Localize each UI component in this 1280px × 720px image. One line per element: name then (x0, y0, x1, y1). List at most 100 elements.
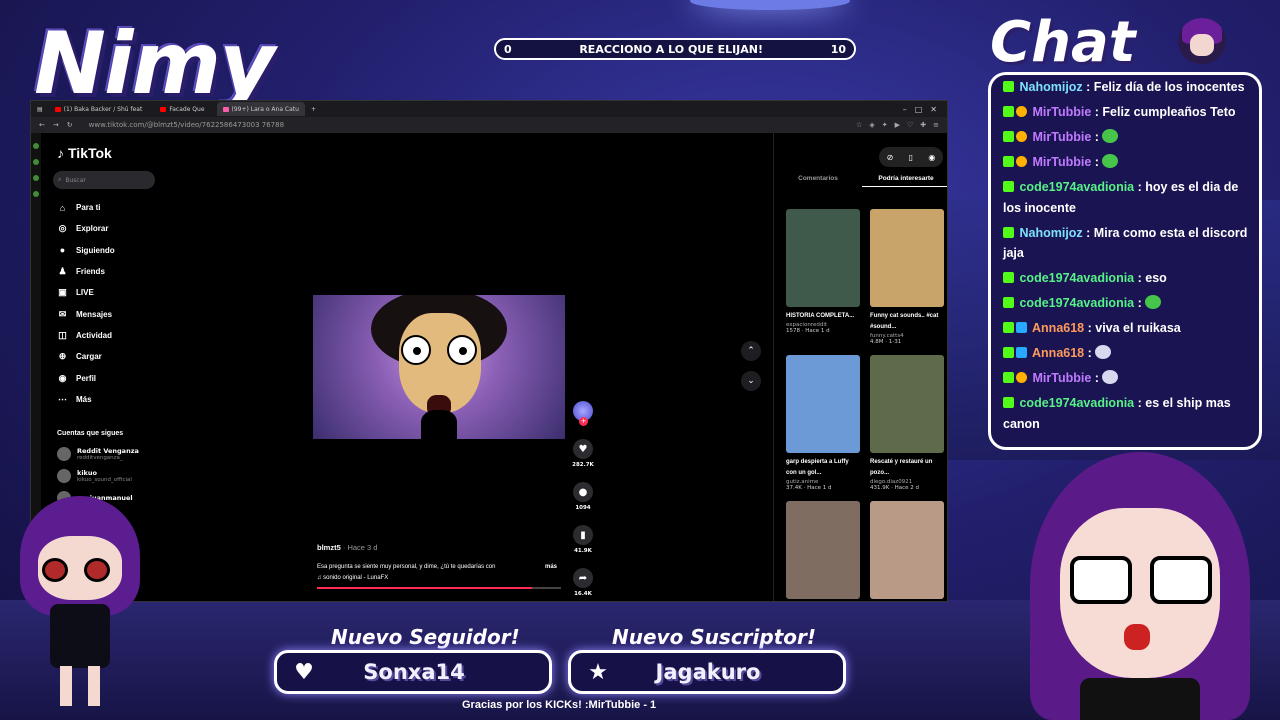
nav-label: Actividad (76, 330, 113, 340)
chat-username[interactable]: code1974avadionia (1019, 396, 1134, 410)
star-icon: ★ (588, 659, 608, 685)
maximize-icon[interactable]: □ (915, 105, 923, 114)
kick-badge-icon (1003, 297, 1014, 308)
nav-icon: ◉ (58, 372, 67, 383)
sound-link[interactable]: ♫ sonido original - LunaFX (317, 575, 557, 581)
video-card[interactable]: Funny cat sounds.. #cat #sound... funny.c… (870, 209, 944, 345)
account-handle: kikuo_sound_official (77, 476, 132, 483)
minimize-icon[interactable]: – (903, 105, 907, 114)
account-handle: redditvenganza_ (77, 454, 123, 461)
puzzle-icon[interactable]: ✚ (920, 121, 926, 129)
search-icon: ⌕ (58, 176, 62, 183)
sidebar-item-9[interactable]: ⋯ Más (49, 389, 189, 410)
video-card[interactable]: Rescaté y restauré un pozo... diego.diaz0… (870, 355, 944, 491)
shield-icon[interactable]: ◈ (869, 121, 874, 129)
chat-username[interactable]: MirTubbie (1032, 105, 1091, 119)
next-video-icon[interactable]: ⌄ (741, 371, 761, 391)
chat-text: : eso (1137, 271, 1167, 285)
caption-text: Esa pregunta se siente muy personal, y d… (317, 564, 496, 570)
followed-account[interactable]: kikuo kikuo_sound_official (49, 465, 189, 487)
video-card[interactable]: garp despierta a Luffy con un gol... guti… (786, 355, 860, 491)
sidebar-item-1[interactable]: ◎ Explorar (49, 218, 189, 239)
sidebar-item-8[interactable]: ◉ Perfil (49, 367, 189, 388)
author-name: blmzt5 (317, 543, 341, 552)
play-icon[interactable]: ▶ (895, 121, 900, 129)
mascot-leg (88, 666, 100, 706)
video-card[interactable] (870, 501, 944, 601)
sidebar-app-icon[interactable] (33, 175, 39, 181)
back-icon[interactable]: ← (39, 121, 45, 129)
browser-tab[interactable]: Facade Que (154, 102, 210, 116)
chat-username[interactable]: MirTubbie (1032, 155, 1091, 169)
action-button[interactable]: ▮ (572, 525, 593, 545)
tab-recommended[interactable]: Podría interesarte (862, 175, 947, 187)
follow-plus-icon[interactable]: + (579, 417, 588, 426)
card-meta: 4.8M · 1-31 (870, 339, 902, 345)
settings-icon[interactable]: ⊘ (887, 153, 894, 162)
video-thumbnail[interactable] (786, 355, 860, 453)
sidebar-app-icon[interactable] (33, 143, 39, 149)
browser-tab[interactable]: (1) Baka Backer / Shū feat (49, 102, 149, 116)
menu-icon[interactable]: ≡ (933, 121, 939, 129)
browser-menu-icon[interactable]: ▤ (37, 106, 43, 113)
chat-username[interactable]: Nahomijoz (1019, 80, 1082, 94)
video-thumbnail[interactable] (870, 355, 944, 453)
chat-username[interactable]: code1974avadionia (1019, 296, 1134, 310)
chat-message: MirTubbie : (1003, 127, 1249, 148)
action-button[interactable]: ➦ (572, 568, 593, 588)
new-tab-icon[interactable]: + (311, 106, 316, 113)
video-thumbnail[interactable] (786, 209, 860, 307)
reload-icon[interactable]: ↻ (67, 121, 73, 129)
extension-icon[interactable]: ✦ (882, 121, 888, 129)
close-icon[interactable]: ✕ (930, 105, 937, 114)
action-button[interactable]: ♥ (572, 439, 593, 459)
profile-avatar-icon[interactable]: ◉ (928, 153, 935, 162)
chat-username[interactable]: code1974avadionia (1019, 180, 1134, 194)
forward-icon[interactable]: → (53, 121, 59, 129)
sidebar-app-icon[interactable] (33, 159, 39, 165)
creator-avatar[interactable]: + (573, 401, 593, 426)
search-input[interactable]: ⌕ Buscar (53, 171, 155, 189)
sidebar-app-icon[interactable] (33, 191, 39, 197)
video-thumbnail[interactable] (870, 501, 944, 599)
character-neck (421, 410, 457, 439)
chat-message: Nahomijoz : Mira como esta el discord ja… (1003, 223, 1249, 264)
avatar (57, 446, 71, 461)
chat-username[interactable]: Anna618 (1032, 346, 1084, 360)
card-title: garp despierta a Luffy con un gol... (786, 459, 849, 476)
device-icon[interactable]: ▯ (909, 153, 913, 162)
browser-tab-active[interactable]: (99+) Lara o Ana Catu (216, 102, 305, 116)
chat-username[interactable]: MirTubbie (1032, 371, 1091, 385)
tiktok-logo[interactable]: ♪ TikTok (57, 145, 189, 161)
url-field[interactable]: www.tiktok.com/@blmzt5/video/76225864730… (89, 121, 284, 129)
sidebar-item-3[interactable]: ♟ Friends (49, 261, 189, 282)
video-progress-bar[interactable] (317, 587, 561, 589)
video-card[interactable] (786, 501, 860, 601)
kick-badge-icon (1003, 131, 1014, 142)
video-author[interactable]: blmzt5 · Hace 3 d (317, 543, 557, 552)
followed-account[interactable]: Reddit Venganza redditvenganza_ (49, 443, 189, 465)
chat-username[interactable]: Anna618 (1032, 321, 1084, 335)
tab-comments[interactable]: Comentarios (774, 175, 862, 187)
chat-username[interactable]: MirTubbie (1032, 130, 1091, 144)
heart-icon[interactable]: ♡ (907, 121, 913, 129)
action-button[interactable]: ● (572, 482, 593, 502)
vtuber-mouth (1124, 624, 1150, 650)
sidebar-item-5[interactable]: ✉ Mensajes (49, 303, 189, 324)
video-player[interactable] (313, 295, 565, 439)
chat-text: : Feliz día de los inocentes (1086, 80, 1245, 94)
sidebar-item-2[interactable]: ● Siguiendo (49, 240, 189, 261)
sidebar-item-4[interactable]: ▣ LIVE (49, 282, 189, 303)
sidebar-item-7[interactable]: ⊕ Cargar (49, 346, 189, 367)
chat-username[interactable]: Nahomijoz (1019, 226, 1082, 240)
chat-username[interactable]: code1974avadionia (1019, 271, 1134, 285)
sidebar-item-6[interactable]: ◫ Actividad (49, 325, 189, 346)
ceiling-lamp (690, 0, 850, 10)
sidebar-item-0[interactable]: ⌂ Para ti (49, 197, 189, 218)
bookmark-icon[interactable]: ☆ (856, 121, 862, 129)
previous-video-icon[interactable]: ⌃ (741, 341, 761, 361)
video-thumbnail[interactable] (870, 209, 944, 307)
video-thumbnail[interactable] (786, 501, 860, 599)
more-link[interactable]: más (545, 564, 557, 570)
video-card[interactable]: HISTORIA COMPLETA... expacionreddit 1578 ·… (786, 209, 860, 345)
